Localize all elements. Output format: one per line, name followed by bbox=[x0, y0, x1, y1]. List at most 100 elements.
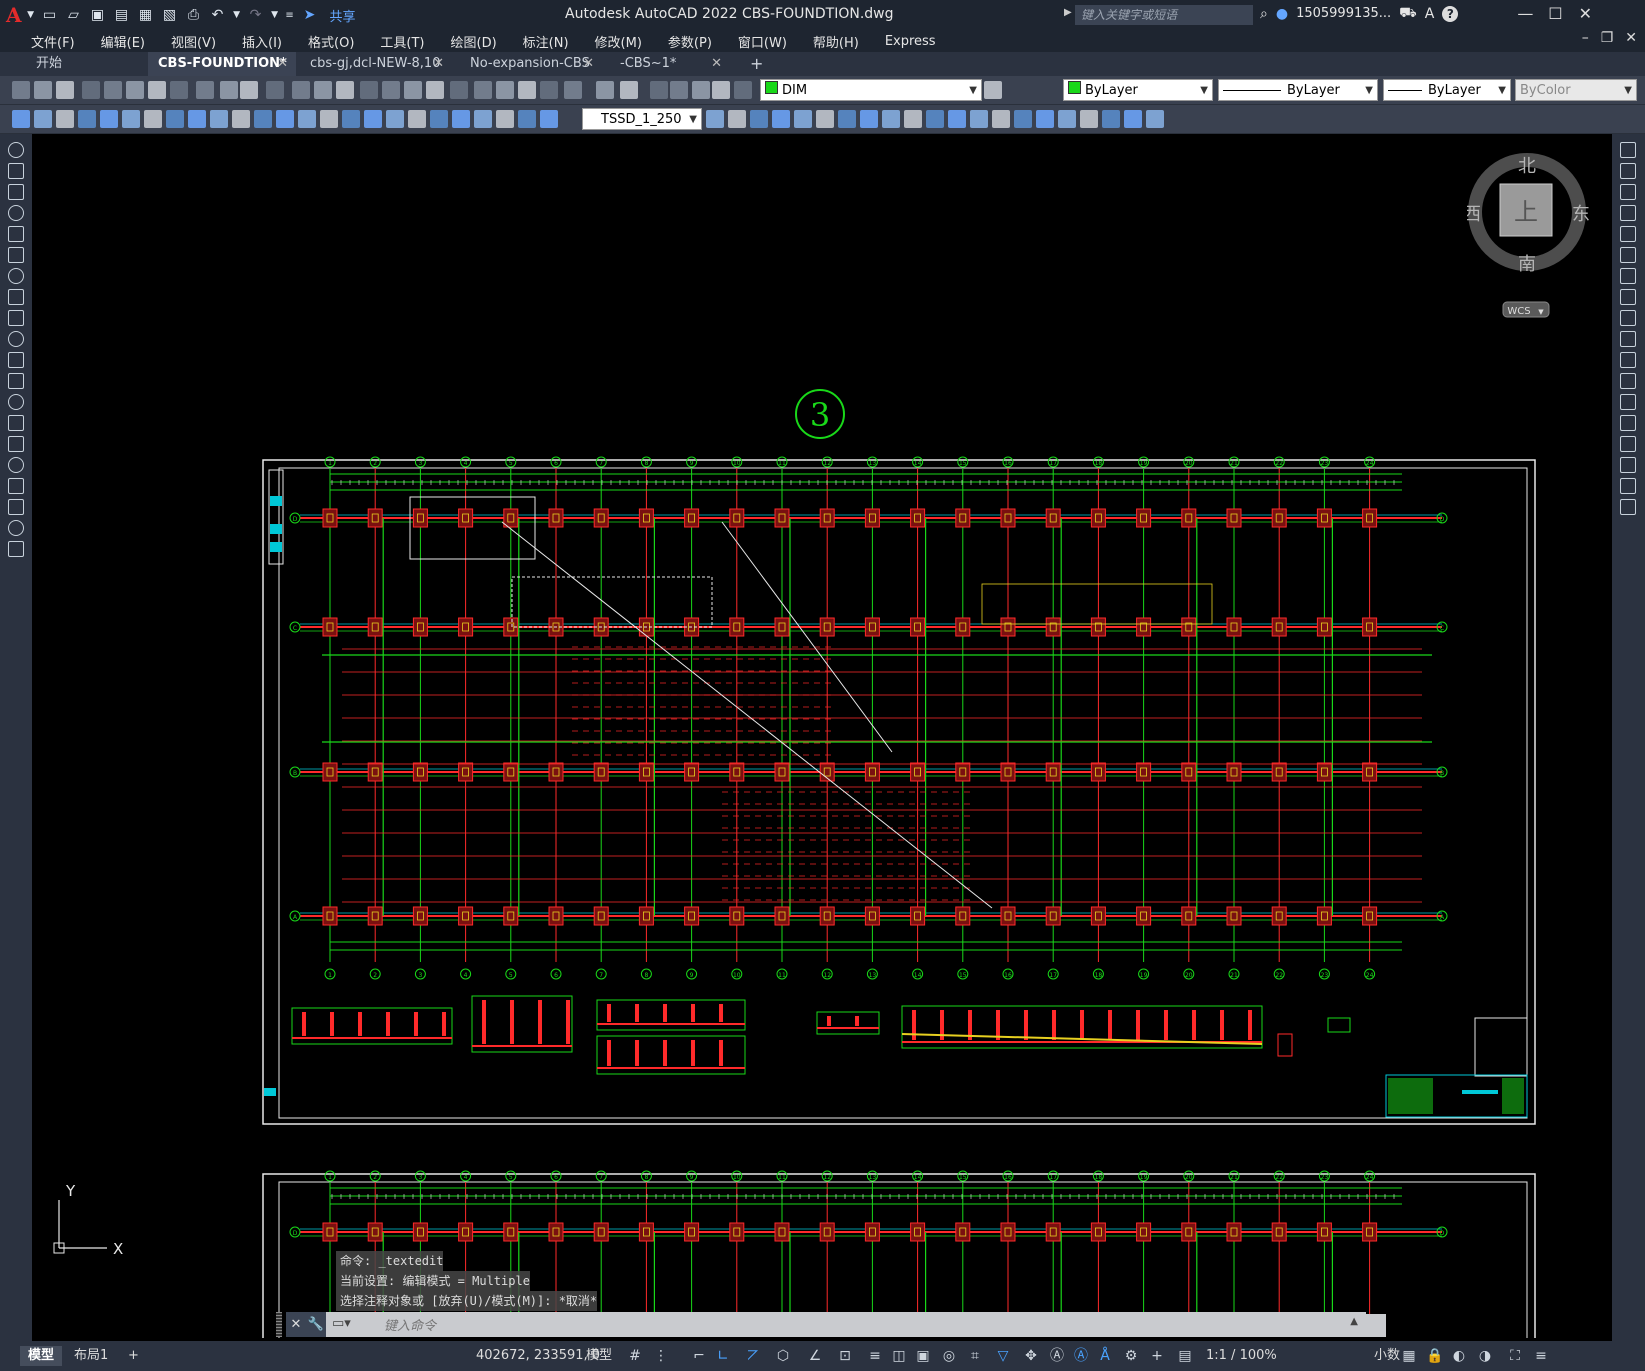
menu-draw[interactable]: 绘图(D) bbox=[438, 32, 510, 51]
stretch-obj-icon[interactable] bbox=[1620, 310, 1636, 326]
menu-view[interactable]: 视图(V) bbox=[158, 32, 229, 51]
help-icon[interactable] bbox=[540, 81, 558, 99]
menu-tools[interactable]: 工具(T) bbox=[367, 32, 437, 51]
layer-manager-icon[interactable] bbox=[564, 81, 582, 99]
fillet-icon[interactable] bbox=[816, 110, 834, 128]
undo-dropdown-icon[interactable]: ▼ bbox=[232, 5, 242, 25]
clean-screen-toggle[interactable]: ⛶ bbox=[1506, 1347, 1524, 1365]
menu-insert[interactable]: 插入(I) bbox=[229, 32, 295, 51]
baseline-dim-icon[interactable] bbox=[210, 110, 228, 128]
scale-obj-icon[interactable] bbox=[1620, 289, 1636, 305]
lineweight-toggle[interactable]: ≡ bbox=[866, 1347, 884, 1365]
redo-icon[interactable] bbox=[292, 81, 310, 99]
ellipse-arc-icon[interactable] bbox=[8, 352, 24, 368]
tab-close-icon[interactable]: ✕ bbox=[433, 52, 444, 76]
freeze-icon[interactable] bbox=[620, 81, 638, 99]
offset-obj-icon[interactable] bbox=[1620, 205, 1636, 221]
break-icon[interactable] bbox=[750, 110, 768, 128]
rectangle-icon[interactable] bbox=[8, 226, 24, 242]
region-icon[interactable] bbox=[8, 478, 24, 494]
zoom-prev-icon[interactable] bbox=[382, 81, 400, 99]
linear-dim-icon[interactable] bbox=[12, 110, 30, 128]
dim-edit-icon[interactable] bbox=[386, 110, 404, 128]
scale-icon[interactable] bbox=[518, 110, 536, 128]
diameter-dim-icon[interactable] bbox=[144, 110, 162, 128]
pan-icon[interactable] bbox=[314, 81, 332, 99]
hatch-icon[interactable] bbox=[8, 436, 24, 452]
customize-qa-icon[interactable]: ≡ bbox=[284, 5, 296, 25]
customize-toggle[interactable]: ≡ bbox=[1532, 1347, 1550, 1365]
dim-break-icon[interactable] bbox=[276, 110, 294, 128]
plot-icon[interactable]: ⎙ bbox=[184, 5, 204, 25]
angular-dim-icon[interactable] bbox=[1080, 110, 1098, 128]
dynamic-ucs-toggle[interactable]: ⌗ bbox=[966, 1347, 984, 1365]
polar-toggle[interactable]: ⦢ bbox=[744, 1347, 762, 1365]
menu-express[interactable]: Express bbox=[872, 34, 949, 49]
join-icon[interactable] bbox=[772, 110, 790, 128]
isodraft-toggle[interactable]: ⬡ bbox=[774, 1347, 792, 1365]
lock-icon[interactable] bbox=[650, 81, 668, 99]
gizmo-toggle[interactable]: ✥ bbox=[1022, 1347, 1040, 1365]
selection-cycling-toggle[interactable]: ▣ bbox=[914, 1347, 932, 1365]
make-block-icon[interactable] bbox=[8, 394, 24, 410]
model-tab[interactable]: 模型 bbox=[20, 1346, 63, 1366]
auto-scale-toggle[interactable]: Ⓐ bbox=[1072, 1347, 1090, 1365]
ortho-toggle[interactable]: ∟ bbox=[714, 1347, 732, 1365]
viewcube-south[interactable]: 南 bbox=[1518, 254, 1536, 275]
new-file-icon[interactable]: ▭ bbox=[40, 5, 60, 25]
extend-obj-icon[interactable] bbox=[1620, 352, 1636, 368]
open-web-icon[interactable]: ▦ bbox=[136, 5, 156, 25]
tab-cbs-gj[interactable]: cbs-gj,dcl-NEW-8,10 ✕ bbox=[300, 52, 452, 76]
array-obj-icon[interactable] bbox=[1620, 226, 1636, 242]
copy-icon[interactable] bbox=[474, 110, 492, 128]
grid-toggle[interactable]: # bbox=[626, 1347, 644, 1365]
search-input[interactable]: 键入关键字或短语 bbox=[1075, 5, 1253, 25]
viewcube-face-top[interactable]: 上 bbox=[1514, 198, 1538, 226]
layout1-tab[interactable]: 布局1 bbox=[66, 1346, 116, 1366]
preview-icon[interactable] bbox=[104, 81, 122, 99]
line-icon[interactable] bbox=[8, 142, 24, 158]
arc-dim-icon[interactable] bbox=[970, 110, 988, 128]
menu-file[interactable]: 文件(F) bbox=[18, 32, 88, 51]
menu-modify[interactable]: 修改(M) bbox=[582, 32, 655, 51]
annotation-scale[interactable]: 1:1 / 100% bbox=[1198, 1346, 1285, 1366]
blend-curves-icon[interactable] bbox=[1620, 478, 1636, 494]
inspect-icon[interactable] bbox=[342, 110, 360, 128]
workspace-toggle[interactable]: ⚙ bbox=[1122, 1347, 1140, 1365]
3dprint-icon[interactable] bbox=[148, 81, 166, 99]
menu-dimension[interactable]: 标注(N) bbox=[510, 32, 582, 51]
sheetset-icon[interactable] bbox=[474, 81, 492, 99]
tab-close-icon[interactable]: ✕ bbox=[711, 52, 722, 76]
hardware-accel-toggle[interactable]: ◑ bbox=[1476, 1347, 1494, 1365]
transparency-toggle[interactable]: ◫ bbox=[890, 1347, 908, 1365]
layer-iso-icon[interactable] bbox=[734, 81, 752, 99]
revision-cloud-icon[interactable] bbox=[8, 289, 24, 305]
mirror-icon[interactable] bbox=[860, 110, 878, 128]
menu-parametric[interactable]: 参数(P) bbox=[655, 32, 725, 51]
color-dropdown[interactable]: ByLayer ▼ bbox=[1063, 79, 1213, 101]
polyline-icon[interactable] bbox=[8, 184, 24, 200]
arc-dim-icon[interactable] bbox=[56, 110, 74, 128]
tab-cbs-foundtion[interactable]: CBS-FOUNDTION* ✕ bbox=[148, 52, 296, 76]
command-history-up-icon[interactable]: ▲ bbox=[1350, 1316, 1358, 1327]
menu-window[interactable]: 窗口(W) bbox=[725, 32, 800, 51]
layer-previous-icon[interactable] bbox=[712, 81, 730, 99]
save-icon[interactable] bbox=[56, 81, 74, 99]
linetype-dropdown[interactable]: ByLayer ▼ bbox=[1218, 79, 1378, 101]
zoom-window-icon[interactable] bbox=[360, 81, 378, 99]
trim-obj-icon[interactable] bbox=[1620, 331, 1636, 347]
cart-icon[interactable]: ⛟ bbox=[1399, 5, 1417, 23]
continue-dim-icon[interactable] bbox=[232, 110, 250, 128]
chamfer-icon[interactable] bbox=[794, 110, 812, 128]
quick-dim-icon[interactable] bbox=[188, 110, 206, 128]
paste-icon[interactable] bbox=[220, 81, 238, 99]
calc-icon[interactable] bbox=[518, 81, 536, 99]
join-obj-icon[interactable] bbox=[1620, 415, 1636, 431]
redo-dropdown-icon[interactable]: ▼ bbox=[270, 5, 280, 25]
design-center-icon[interactable] bbox=[426, 81, 444, 99]
tolerance-icon[interactable] bbox=[298, 110, 316, 128]
tab-close-icon[interactable]: ✕ bbox=[277, 52, 288, 76]
save-as-icon[interactable]: ▤ bbox=[112, 5, 132, 25]
continue-dim-icon[interactable] bbox=[1146, 110, 1164, 128]
annotation-visibility-toggle[interactable]: Ⓐ bbox=[1048, 1347, 1066, 1365]
